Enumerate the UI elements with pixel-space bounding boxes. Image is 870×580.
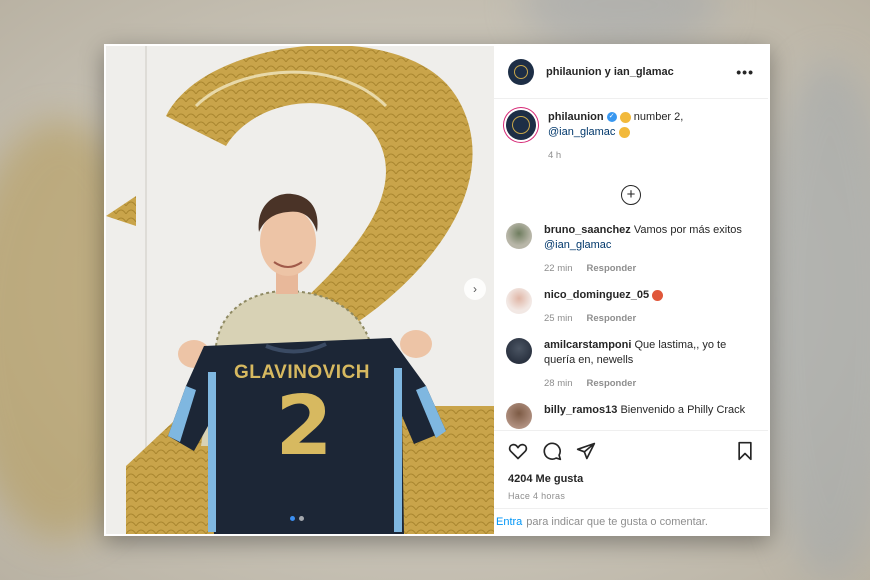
comment-item: billy_ramos13 Bienvenido a Philly Crack (494, 397, 768, 430)
login-prompt: Entra para indicar que te gusta o coment… (494, 508, 768, 534)
carousel-next-button[interactable]: › (464, 278, 486, 300)
heart-icon[interactable] (508, 441, 528, 461)
share-icon[interactable] (576, 441, 596, 461)
comment-text: Bienvenido a Philly Crack (620, 404, 746, 416)
caption-mention[interactable]: @ian_glamac (548, 126, 615, 138)
commenter-avatar[interactable] (506, 288, 532, 314)
comment-text: Vamos por más exitos (633, 224, 742, 236)
caption-time: 4 h (548, 150, 562, 161)
commenter-avatar[interactable] (506, 338, 532, 364)
comment-username[interactable]: nico_dominguez_05 (544, 289, 649, 301)
caption-username[interactable]: philaunion (548, 111, 604, 123)
comment-time: 25 min (544, 313, 573, 324)
emoji-icon (619, 111, 631, 123)
comment-body: nico_dominguez_05 25 min Responder (544, 288, 664, 326)
commenter-avatar[interactable] (506, 403, 532, 429)
comment-item: bruno_saanchez Vamos por más exitos @ian… (494, 217, 768, 282)
carousel-dot-active (290, 516, 295, 521)
background-blur-top (520, 0, 720, 50)
comment-body: billy_ramos13 Bienvenido a Philly Crack (544, 403, 745, 429)
comment-username[interactable]: billy_ramos13 (544, 404, 617, 416)
post-actions: 4204 Me gusta Hace 4 horas (494, 430, 768, 501)
reply-button[interactable]: Responder (587, 263, 637, 274)
chevron-right-icon: › (473, 282, 477, 296)
verified-badge-icon: ✓ (606, 112, 617, 123)
comment-item: nico_dominguez_05 25 min Responder (494, 282, 768, 332)
comment-time: 22 min (544, 263, 573, 274)
comment-body: amilcarstamponi Que lastima,, yo te quer… (544, 338, 744, 391)
likes-count[interactable]: 4204 Me gusta (508, 473, 754, 485)
load-more-comments-icon[interactable]: + (621, 185, 641, 205)
author-names[interactable]: philaunion y ian_glamac (546, 66, 736, 78)
caption-avatar[interactable] (506, 110, 536, 140)
action-icons (508, 439, 754, 463)
carousel-dots (290, 516, 304, 521)
reply-button[interactable]: Responder (587, 313, 637, 324)
crest-icon (512, 116, 530, 134)
more-options-icon[interactable]: ••• (736, 64, 754, 80)
post-caption: philaunion ✓ number 2, @ian_glamac 4 h (494, 102, 768, 163)
caption-text: number 2, (633, 111, 684, 123)
comment-username[interactable]: amilcarstamponi (544, 339, 631, 351)
background-blur-right (760, 60, 870, 580)
login-prompt-text: para indicar que te gusta o comentar. (526, 516, 708, 528)
comments-list[interactable]: philaunion ✓ number 2, @ian_glamac 4 h +… (494, 102, 768, 430)
comment-time: 28 min (544, 378, 573, 389)
comment-username[interactable]: bruno_saanchez (544, 224, 631, 236)
author-avatar[interactable] (508, 59, 534, 85)
carousel-dot (299, 516, 304, 521)
caption-body: philaunion ✓ number 2, @ian_glamac 4 h (548, 110, 683, 163)
comment-icon[interactable] (542, 441, 562, 461)
reply-button[interactable]: Responder (587, 378, 637, 389)
emoji-icon (618, 126, 630, 138)
post-side-panel: philaunion y ian_glamac ••• philaunion ✓… (494, 46, 768, 534)
instagram-post-card: GLAVINOVICH 2 › philaunion y ian_glamac … (104, 44, 770, 536)
commenter-avatar[interactable] (506, 223, 532, 249)
emoji-icon (652, 289, 664, 301)
comment-mention[interactable]: @ian_glamac (544, 239, 611, 251)
posted-time: Hace 4 horas (508, 491, 566, 501)
crest-icon (514, 65, 528, 79)
post-header: philaunion y ian_glamac ••• (494, 46, 768, 99)
bookmark-icon[interactable] (736, 441, 754, 461)
jersey-number: 2 (275, 379, 333, 474)
comment-item: amilcarstamponi Que lastima,, yo te quer… (494, 332, 768, 397)
comment-body: bruno_saanchez Vamos por más exitos @ian… (544, 223, 742, 276)
login-link[interactable]: Entra (496, 516, 522, 528)
post-photo[interactable]: GLAVINOVICH 2 › (106, 46, 494, 534)
